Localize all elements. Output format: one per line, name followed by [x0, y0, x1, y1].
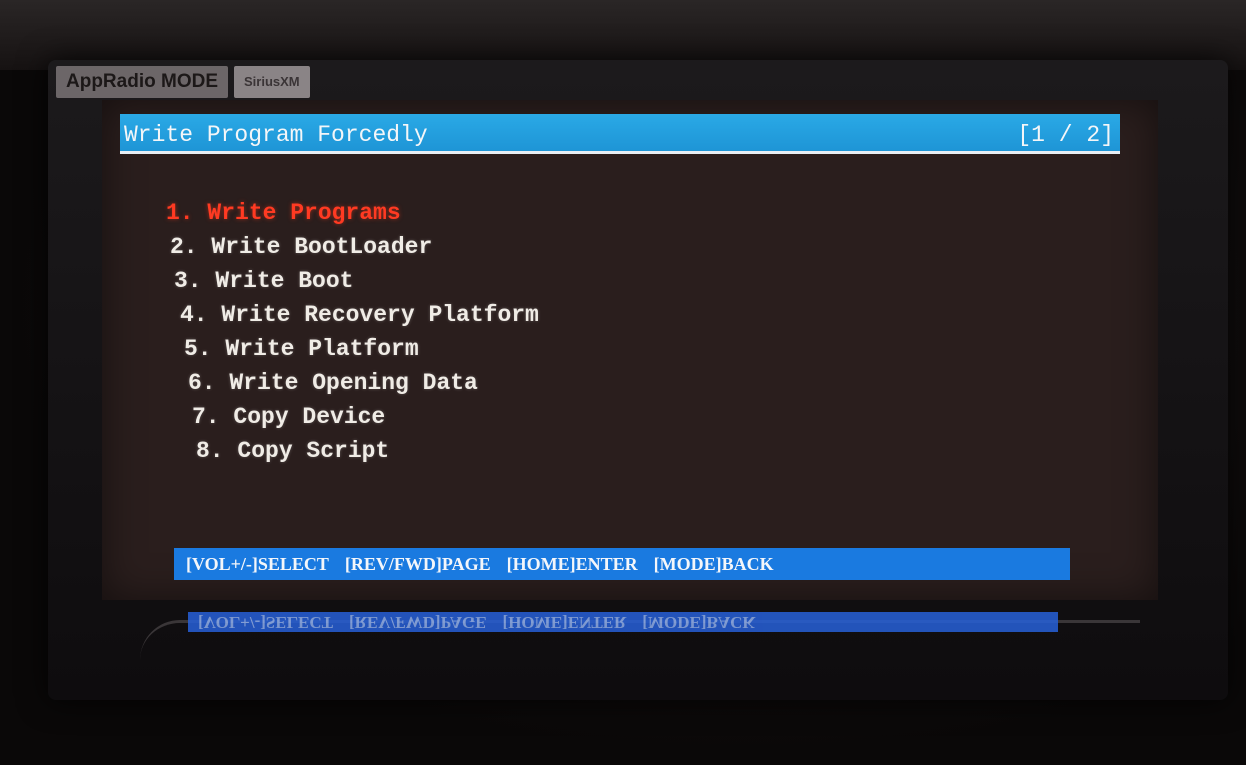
- siriusxm-logo: SiriusXM: [234, 66, 310, 98]
- help-bar: [VOL+/-]SELECT [REV/FWD]PAGE [HOME]ENTER…: [174, 548, 1070, 580]
- reflection-back: [MODE]BACK: [642, 613, 756, 632]
- help-select: [VOL+/-]SELECT: [186, 553, 329, 574]
- service-menu-screen: Write Program Forcedly [1 / 2] 1. Write …: [102, 100, 1158, 600]
- menu-item-copy-script[interactable]: 8. Copy Script: [196, 434, 539, 468]
- photo-frame: AppRadio MODE SiriusXM Write Program For…: [0, 0, 1246, 765]
- menu-item-write-programs[interactable]: 1. Write Programs: [166, 196, 539, 230]
- help-bar-reflection: [VOL+/-]SELECT [REV/FWD]PAGE [HOME]ENTER…: [188, 612, 1058, 632]
- menu-item-write-platform[interactable]: 5. Write Platform: [184, 332, 539, 366]
- appradio-mode-label: AppRadio MODE: [56, 66, 228, 98]
- menu-item-write-bootloader[interactable]: 2. Write BootLoader: [170, 230, 539, 264]
- menu-item-write-recovery-platform[interactable]: 4. Write Recovery Platform: [180, 298, 539, 332]
- help-back: [MODE]BACK: [653, 553, 774, 574]
- reflection-enter: [HOME]ENTER: [502, 613, 627, 632]
- page-title: Write Program Forcedly: [124, 122, 428, 148]
- menu-item-write-boot[interactable]: 3. Write Boot: [174, 264, 539, 298]
- title-bar: Write Program Forcedly [1 / 2]: [120, 114, 1120, 154]
- reflection-select: [VOL+/-]SELECT: [198, 613, 333, 632]
- menu-item-copy-device[interactable]: 7. Copy Device: [192, 400, 539, 434]
- page-indicator: [1 / 2]: [1017, 122, 1114, 148]
- mode-labels: AppRadio MODE SiriusXM: [56, 66, 310, 98]
- reflection-page: [REV/FWD]PAGE: [348, 613, 487, 632]
- menu-list: 1. Write Programs 2. Write BootLoader 3.…: [166, 196, 539, 468]
- help-page: [REV/FWD]PAGE: [344, 553, 491, 574]
- help-enter: [HOME]ENTER: [506, 553, 638, 574]
- menu-item-write-opening-data[interactable]: 6. Write Opening Data: [188, 366, 539, 400]
